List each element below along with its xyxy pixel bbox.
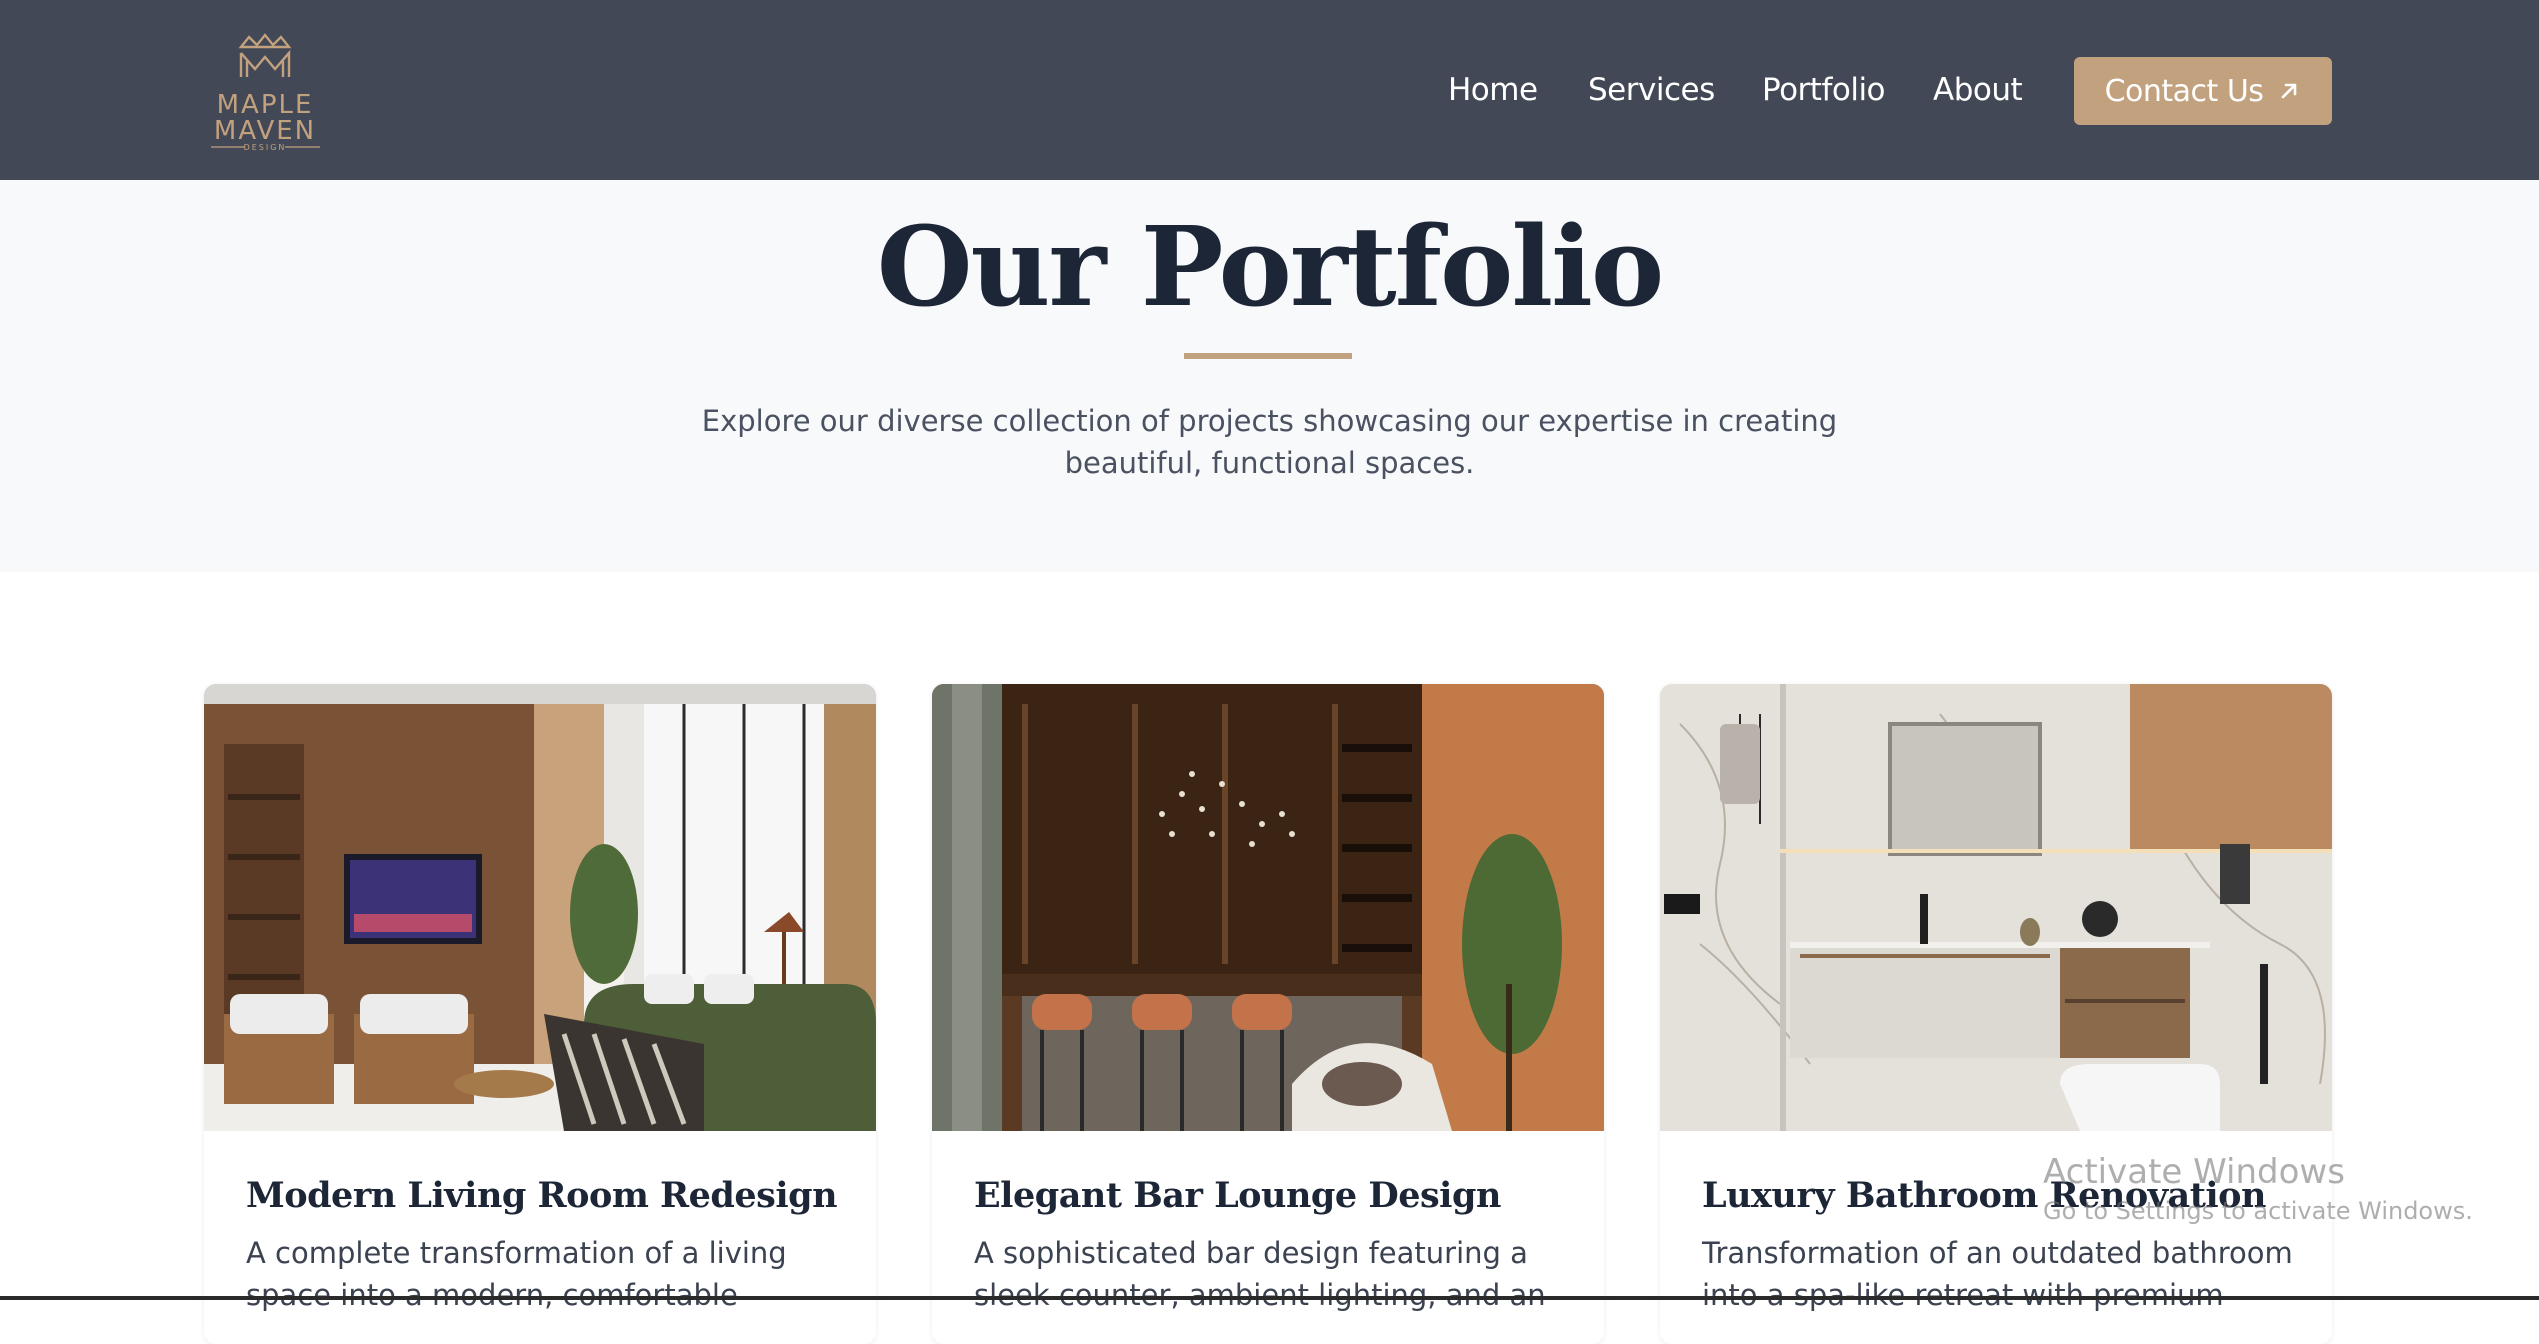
bathroom-image bbox=[1660, 684, 2332, 1131]
arrow-up-right-icon bbox=[2282, 83, 2297, 99]
project-card-living-room[interactable]: Modern Living Room Redesign A complete t… bbox=[204, 684, 876, 1344]
title-divider bbox=[1184, 353, 1352, 359]
project-title: Elegant Bar Lounge Design bbox=[974, 1175, 1501, 1216]
svg-text:MAVEN: MAVEN bbox=[214, 116, 316, 146]
maple-maven-logo[interactable]: MAPLE MAVEN DESIGN bbox=[203, 33, 328, 151]
page-subtitle: Explore our diverse collection of projec… bbox=[701, 404, 1838, 480]
svg-text:DESIGN: DESIGN bbox=[244, 143, 287, 151]
project-title: Modern Living Room Redesign bbox=[246, 1175, 838, 1216]
page-title: Our Portfolio bbox=[876, 202, 1665, 331]
nav-about-link[interactable]: About bbox=[1933, 70, 2023, 110]
portfolio-hero: Our Portfolio Explore our diverse collec… bbox=[0, 180, 2539, 572]
nav-home-link[interactable]: Home bbox=[1448, 70, 1538, 110]
nav-portfolio-link[interactable]: Portfolio bbox=[1762, 70, 1886, 110]
site-header: MAPLE MAVEN DESIGN Home Services Portfol… bbox=[0, 0, 2539, 180]
contact-us-label: Contact Us bbox=[2104, 73, 2264, 109]
window-bottom-edge bbox=[0, 1296, 2539, 1300]
bar-lounge-image bbox=[932, 684, 1604, 1131]
nav-services-link[interactable]: Services bbox=[1588, 70, 1715, 110]
project-title: Luxury Bathroom Renovation bbox=[1702, 1175, 2266, 1216]
living-room-image bbox=[204, 684, 876, 1131]
crown-monogram-logo-icon: MAPLE MAVEN DESIGN bbox=[211, 33, 320, 151]
project-description: A sophisticated bar design featuring a s… bbox=[974, 1236, 1546, 1312]
project-description: Transformation of an outdated bathroom i… bbox=[1702, 1236, 2293, 1312]
project-description: A complete transformation of a living sp… bbox=[246, 1236, 787, 1312]
contact-us-button[interactable]: Contact Us bbox=[2074, 57, 2332, 125]
project-card-bathroom[interactable]: Luxury Bathroom Renovation Transformatio… bbox=[1660, 684, 2332, 1344]
project-card-bar-lounge[interactable]: Elegant Bar Lounge Design A sophisticate… bbox=[932, 684, 1604, 1344]
